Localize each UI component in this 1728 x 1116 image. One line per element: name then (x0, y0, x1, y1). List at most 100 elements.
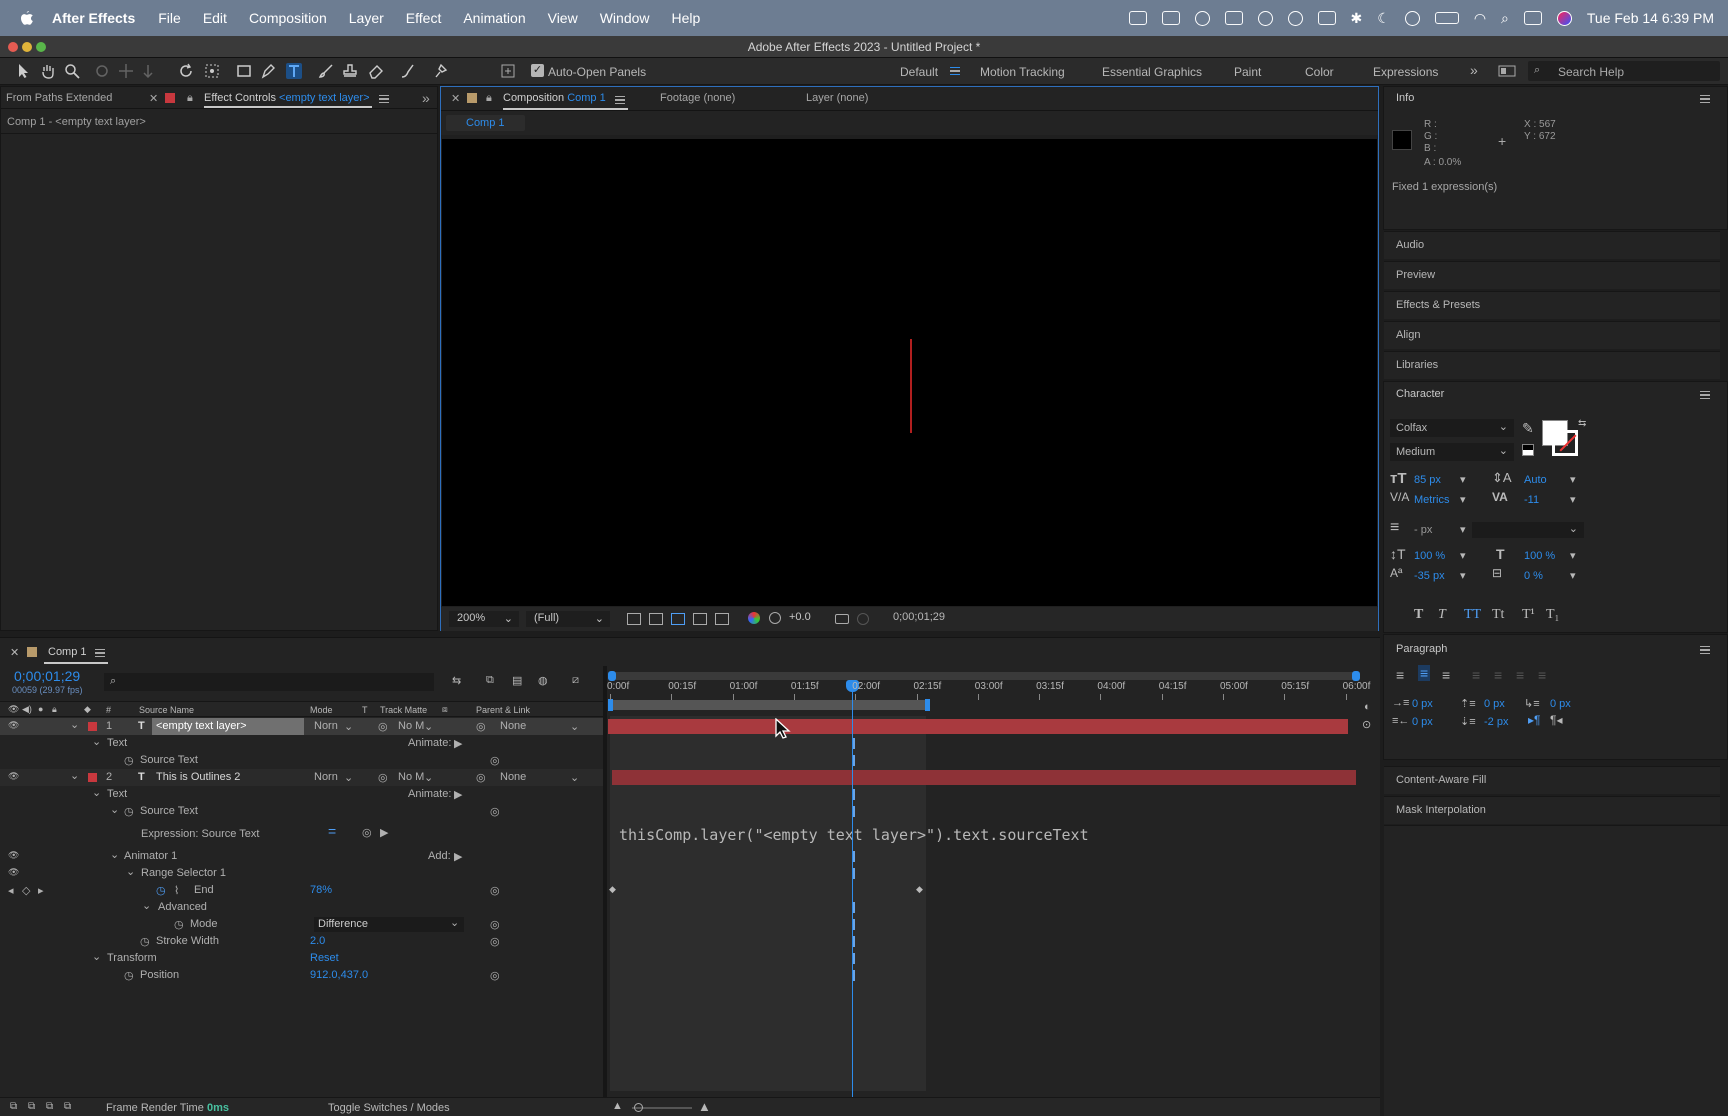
exposure-value[interactable]: +0.0 (789, 611, 811, 627)
menubar-clock[interactable]: Tue Feb 14 6:39 PM (1587, 10, 1714, 26)
tab-close-icon[interactable]: ✕ (149, 92, 158, 105)
property-row-animator[interactable]: 👁︎ ⌄ Animator 1 Add: ▶ (0, 848, 603, 865)
pan-behind-tool-icon[interactable] (204, 63, 220, 79)
faux-bold-button[interactable]: T (1414, 607, 1423, 623)
keyframe-start[interactable]: ◆ (609, 884, 616, 895)
work-area-bar[interactable] (608, 699, 930, 711)
stroke-width-dropdown-arrow[interactable]: ▾ (1460, 523, 1466, 536)
property-row-position[interactable]: ◷ Position 912.0,437.0 ◎ (0, 967, 603, 984)
swap-colors-icon[interactable]: ⇆ (1578, 418, 1586, 429)
column-mode[interactable]: Mode (310, 705, 333, 715)
timeline-current-time[interactable]: 0;00;01;29 (14, 668, 80, 684)
tab-footage[interactable]: Footage (none) (660, 92, 735, 104)
search-help-field[interactable]: ⌕ Search Help (1528, 61, 1720, 81)
tracking-value[interactable]: -11 (1524, 494, 1539, 506)
layer-row-1[interactable]: 👁︎ ⌄ 1 T <empty text layer> Norn ⌄ ◎ No … (0, 718, 603, 735)
tab-from-paths-extended[interactable]: From Paths Extended (6, 92, 112, 104)
expand-chevron-icon[interactable]: ⌄ (92, 735, 101, 748)
auto-open-panels-label[interactable]: Auto-Open Panels (548, 65, 646, 79)
panel-content-aware-fill[interactable]: Content-Aware Fill (1384, 766, 1720, 794)
small-caps-button[interactable]: Tt (1492, 607, 1504, 623)
resolution-dropdown[interactable]: (Full) ⌄ (526, 611, 610, 627)
layer-label-swatch[interactable] (88, 722, 97, 731)
workspace-default[interactable]: Default (900, 65, 938, 79)
timeline-menu-icon[interactable] (95, 649, 105, 657)
tsume-value[interactable]: 0 % (1524, 570, 1543, 582)
justify-center-icon[interactable]: ≡ (1494, 667, 1502, 683)
kerning-value[interactable]: Metrics (1414, 494, 1449, 506)
property-row-mode[interactable]: ◷ Mode Difference ⌄ ◎ (0, 916, 603, 933)
property-row-end[interactable]: ◂ ◇ ▸ ◷ ⌇ End 78% ◎ (0, 882, 603, 899)
shy-layers-icon[interactable]: ▤ (512, 674, 522, 687)
tab-effect-controls[interactable]: Effect Controls <empty text layer> (204, 92, 370, 104)
expand-chevron-icon[interactable]: ⌄ (92, 786, 101, 799)
visibility-eye-icon[interactable]: 👁︎ (8, 850, 19, 861)
column-t[interactable]: T (362, 705, 368, 715)
visibility-eye-icon[interactable]: 👁︎ (8, 867, 19, 878)
composition-mini-flowchart-icon[interactable]: ⇆ (452, 674, 461, 687)
workspace-panel-icon[interactable] (1498, 63, 1516, 79)
default-colors-icon[interactable] (1522, 444, 1534, 456)
leading-dropdown-arrow[interactable]: ▾ (1570, 473, 1576, 486)
indent-right-value[interactable]: 0 px (1412, 716, 1433, 728)
expression-pickwhip-icon[interactable]: ◎ (490, 969, 500, 982)
animate-menu-icon[interactable]: ▶ (454, 788, 462, 801)
mask-visibility-icon[interactable] (671, 613, 685, 625)
search-icon[interactable]: ⌕ (1501, 10, 1509, 27)
expression-enable-toggle[interactable]: = (328, 823, 336, 839)
dolly-tool-icon[interactable] (140, 63, 156, 79)
wifi-icon[interactable]: ◠ (1474, 10, 1486, 27)
menu-app-name[interactable]: After Effects (52, 10, 135, 26)
panel-align[interactable]: Align (1384, 321, 1720, 349)
brush-tool-icon[interactable] (318, 63, 334, 79)
font-size-dropdown-arrow[interactable]: ▾ (1460, 473, 1466, 486)
dropbox-icon[interactable] (1224, 11, 1243, 25)
creative-cloud-icon[interactable] (1194, 10, 1210, 26)
stroke-style-dropdown[interactable]: ⌄ (1472, 522, 1584, 538)
lock-icon[interactable]: 🔒︎ (187, 92, 193, 105)
indent-first-value[interactable]: 0 px (1550, 698, 1571, 710)
justify-right-icon[interactable]: ≡ (1516, 667, 1524, 683)
navigator-end-handle[interactable] (1352, 671, 1360, 681)
column-track-matte[interactable]: Track Matte (380, 705, 427, 715)
navigator-start-handle[interactable] (608, 671, 616, 681)
timeline-tab[interactable]: Comp 1 (48, 646, 87, 658)
rotate-tool-icon[interactable] (178, 63, 194, 79)
workspace-motion-tracking[interactable]: Motion Tracking (980, 65, 1065, 79)
expand-chevron-icon[interactable]: ⌄ (70, 718, 79, 731)
vertical-scale-dropdown-arrow[interactable]: ▾ (1460, 549, 1466, 562)
mode-dropdown[interactable]: Difference ⌄ (314, 917, 464, 932)
layer-parent-dropdown[interactable]: None (500, 720, 526, 732)
workspace-color[interactable]: Color (1305, 65, 1334, 79)
in-out-icon[interactable]: ⧉ (46, 1101, 53, 1112)
label-tag-icon[interactable]: ◆ (84, 704, 91, 715)
channel-icon[interactable] (748, 612, 760, 624)
property-row-range-selector[interactable]: 👁︎ ⌄ Range Selector 1 (0, 865, 603, 882)
stroke-color-swatch[interactable] (1552, 430, 1578, 456)
property-end-value[interactable]: 78% (310, 884, 332, 896)
property-row-source-text[interactable]: ◷ Source Text ◎ (0, 752, 603, 769)
layer-row-2[interactable]: 👁︎ ⌄ 2 T This is Outlines 2 Norn ⌄ ◎ No … (0, 769, 603, 786)
layer-track-matte-dropdown[interactable]: No M (398, 720, 424, 732)
horizontal-scale-value[interactable]: 100 % (1524, 550, 1555, 562)
time-navigator[interactable] (608, 671, 1360, 681)
layer-bar-1[interactable] (608, 719, 1348, 734)
zoom-out-icon[interactable]: ▲ (612, 1100, 623, 1112)
work-area-end-handle[interactable] (925, 699, 930, 711)
character-menu-icon[interactable] (1700, 391, 1710, 399)
apple-icon[interactable] (18, 9, 44, 27)
zoom-slider-handle[interactable] (634, 1103, 643, 1112)
stopwatch-icon[interactable]: ◷ (140, 935, 150, 948)
baseline-shift-dropdown-arrow[interactable]: ▾ (1460, 569, 1466, 582)
font-family-dropdown[interactable]: Colfax ⌄ (1390, 419, 1514, 437)
panel-libraries[interactable]: Libraries (1384, 351, 1720, 379)
toggle-switches-modes-button[interactable]: Toggle Switches / Modes (328, 1102, 450, 1114)
vertical-scale-value[interactable]: 100 % (1414, 550, 1445, 562)
composition-canvas[interactable] (442, 139, 1377, 606)
pen-tool-icon[interactable] (260, 63, 276, 79)
expression-pickwhip-icon[interactable]: ◎ (490, 754, 500, 767)
work-area-start-handle[interactable] (608, 699, 613, 711)
more-workspaces-icon[interactable]: » (1470, 62, 1478, 78)
property-row-advanced[interactable]: ⌄ Advanced (0, 899, 603, 916)
justify-left-icon[interactable]: ≡ (1472, 667, 1480, 683)
